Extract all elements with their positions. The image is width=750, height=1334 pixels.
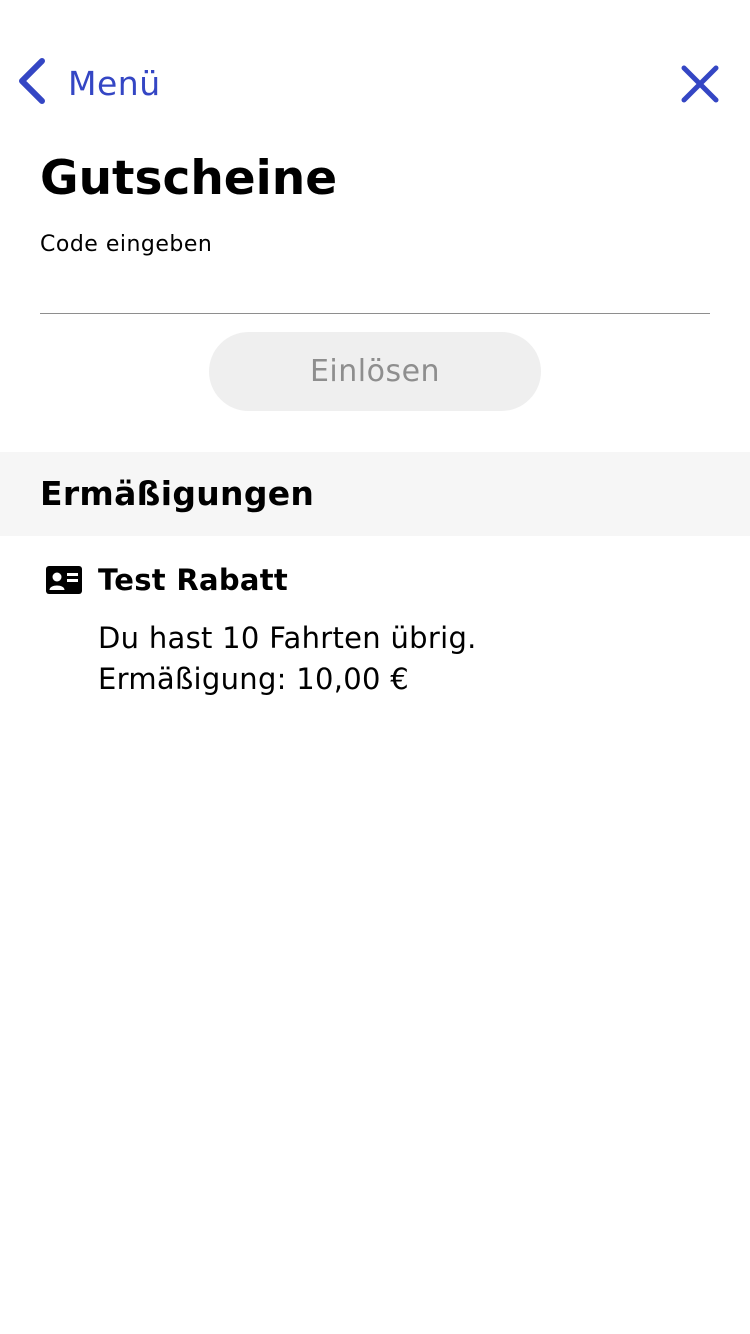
discount-name: Test Rabatt [98, 563, 289, 597]
discount-rides-remaining: Du hast 10 Fahrten übrig. [98, 621, 477, 655]
discount-amount: Ermäßigung: 10,00 € [98, 662, 410, 696]
close-icon [676, 65, 724, 112]
code-input[interactable] [40, 268, 710, 314]
close-button[interactable] [676, 60, 724, 108]
chevron-left-icon [16, 56, 48, 110]
back-button[interactable]: Menü [16, 56, 161, 110]
back-button-label: Menü [68, 63, 161, 103]
page-title: Gutscheine [40, 151, 338, 206]
id-card-icon [46, 566, 82, 594]
code-input-label: Code eingeben [40, 232, 213, 257]
discounts-section-title: Ermäßigungen [40, 474, 315, 513]
discount-item: Test Rabatt Du hast 10 Fahrten übrig. Er… [0, 556, 750, 706]
redeem-button[interactable]: Einlösen [209, 332, 541, 411]
discounts-section-header: Ermäßigungen [0, 452, 750, 536]
